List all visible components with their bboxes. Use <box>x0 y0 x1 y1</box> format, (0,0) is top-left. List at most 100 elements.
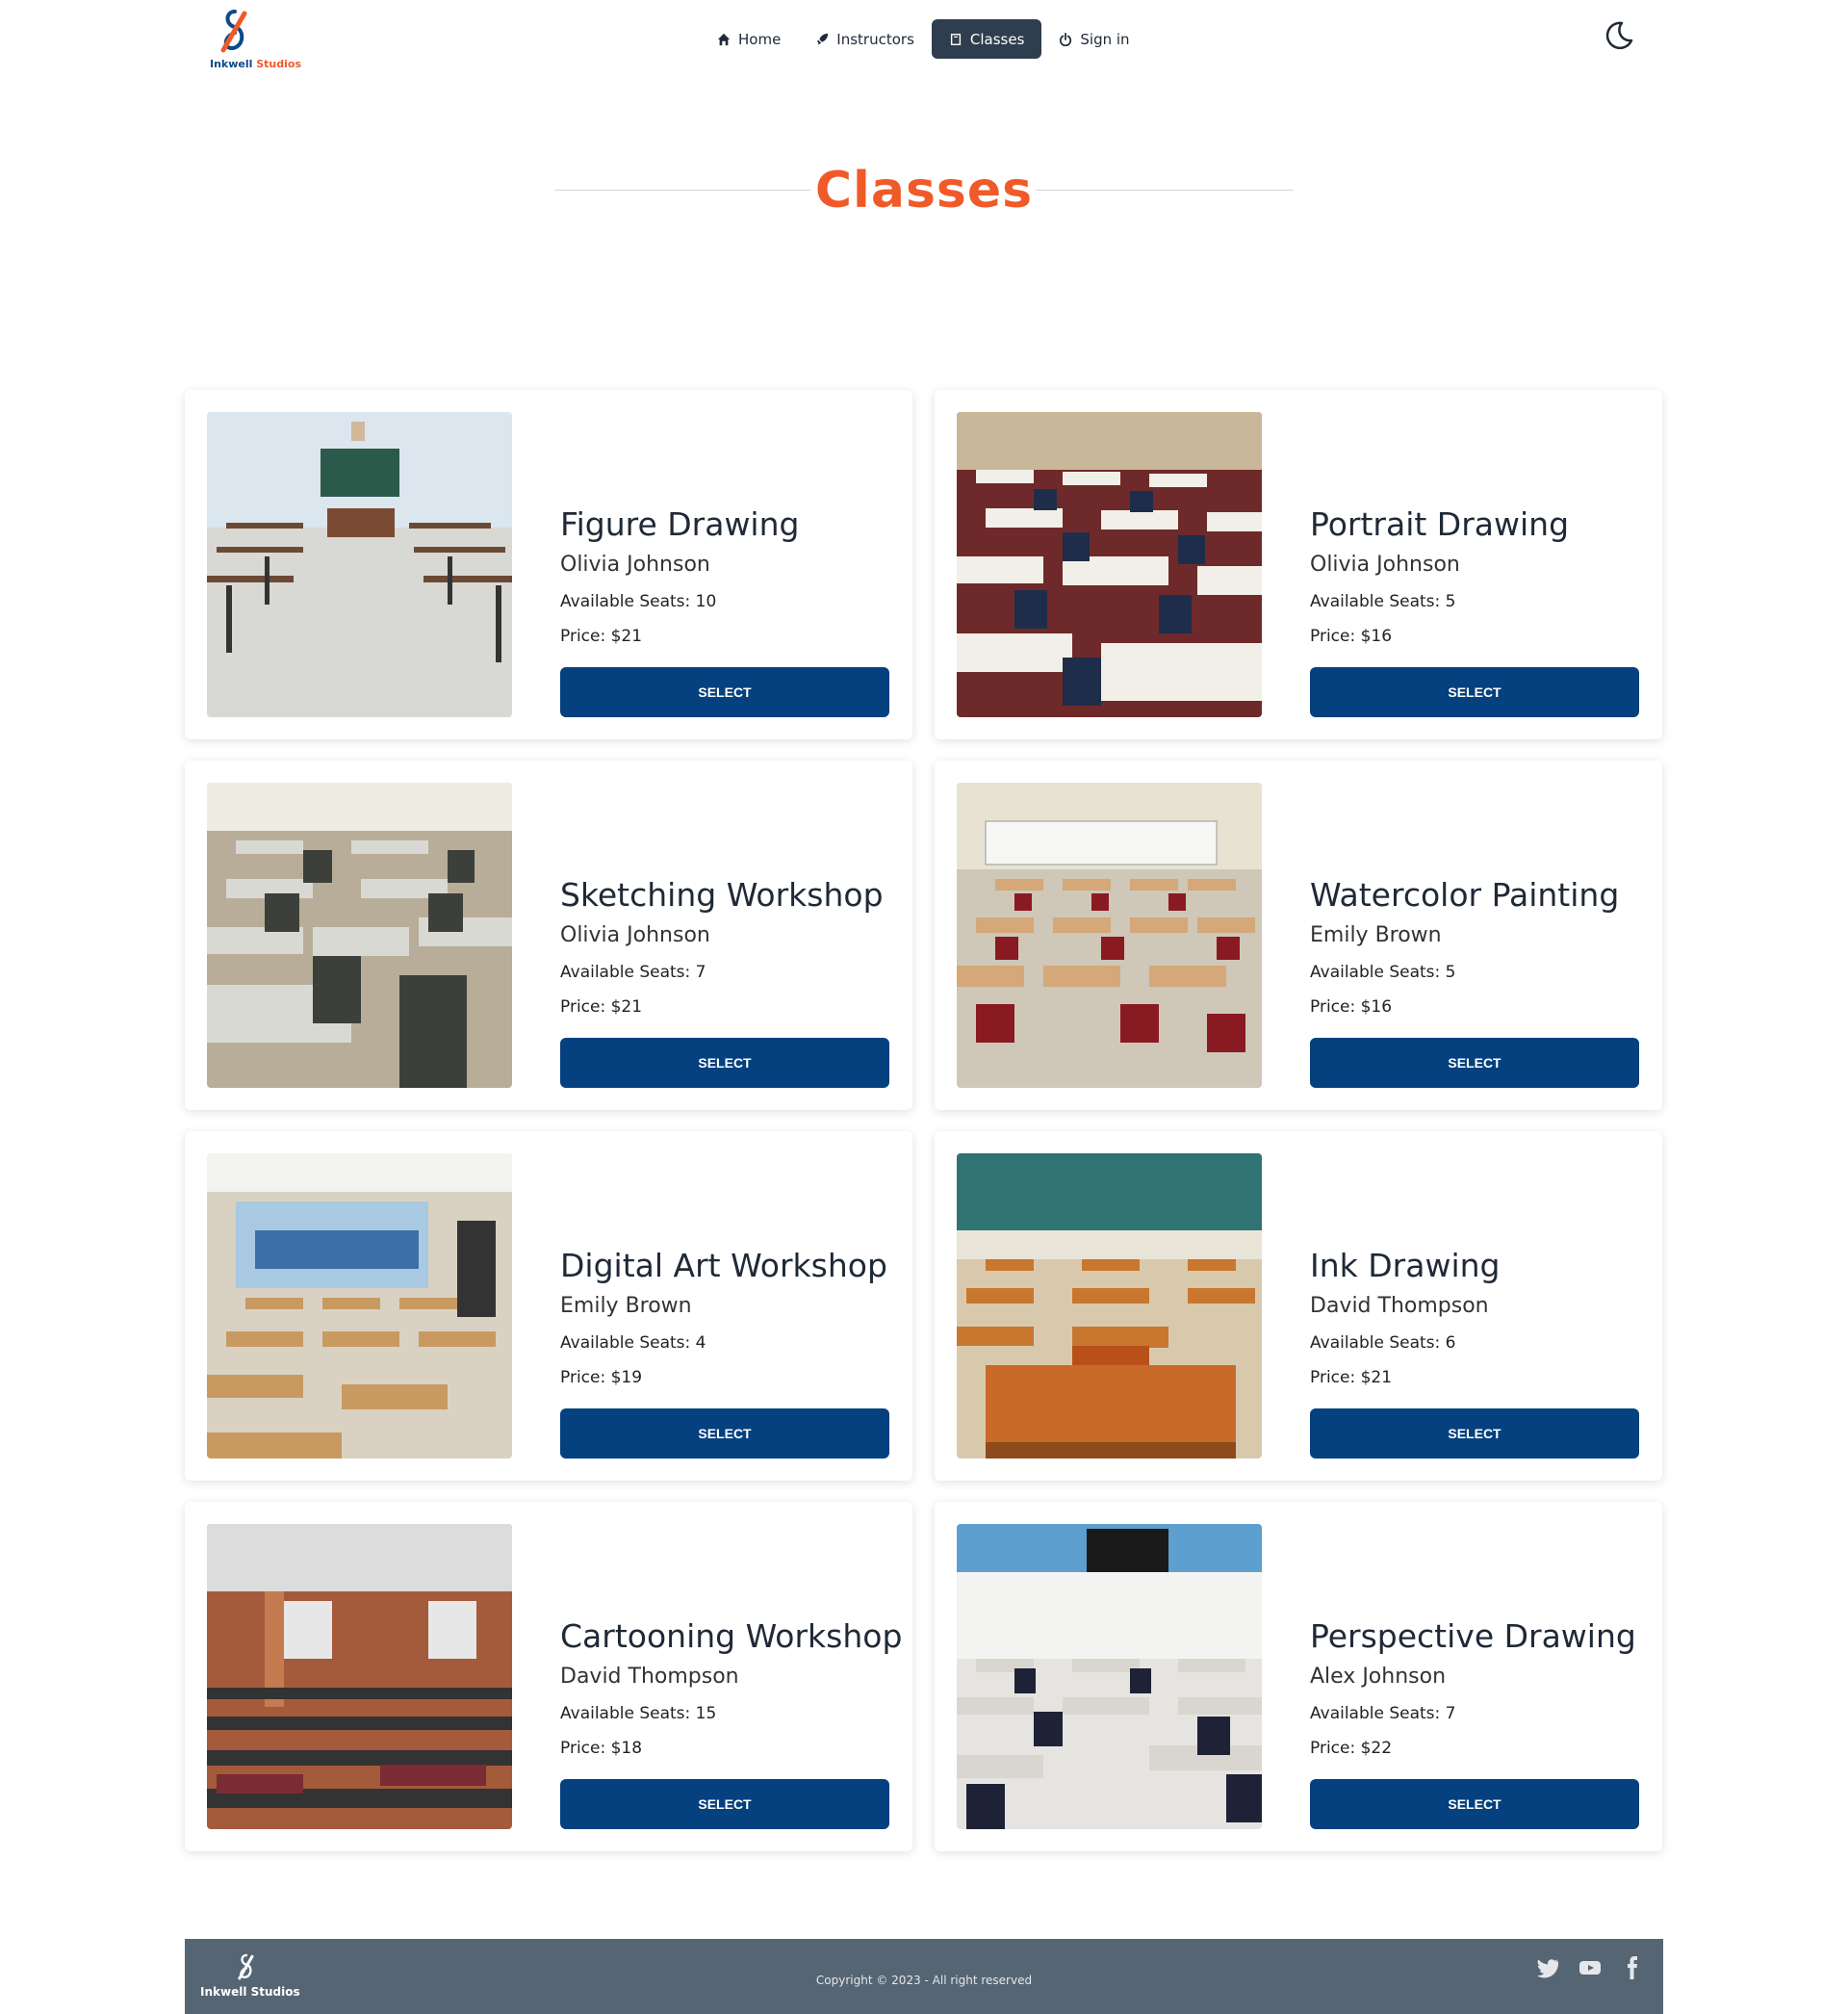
class-name: Digital Art Workshop <box>560 1247 887 1284</box>
class-info: Watercolor Painting Emily Brown Availabl… <box>1310 876 1642 1017</box>
class-info: Cartooning Workshop David Thompson Avail… <box>560 1617 903 1758</box>
class-price: Price: $22 <box>1310 1739 1393 1758</box>
select-button[interactable]: SELECT <box>1310 1779 1639 1829</box>
select-button[interactable]: SELECT <box>1310 1038 1639 1088</box>
home-icon <box>717 33 731 45</box>
youtube-icon[interactable] <box>1578 1956 1602 1979</box>
moon-icon <box>1605 21 1633 50</box>
class-instructor: Emily Brown <box>560 1294 692 1318</box>
nav-classes[interactable]: Classes <box>931 19 1042 59</box>
header: Inkwell Studios Home Instructors Classes… <box>0 0 1848 77</box>
class-card: Watercolor Painting Emily Brown Availabl… <box>935 761 1662 1110</box>
class-image <box>207 783 512 1088</box>
class-seats: Available Seats: 4 <box>560 1333 706 1353</box>
class-name: Cartooning Workshop <box>560 1617 903 1655</box>
class-name: Perspective Drawing <box>1310 1617 1636 1655</box>
logo-icon <box>220 10 247 53</box>
footer: Inkwell Studios Copyright © 2023 - All r… <box>185 1939 1663 2014</box>
class-instructor: David Thompson <box>1310 1294 1489 1318</box>
class-instructor: Emily Brown <box>1310 923 1442 947</box>
class-name: Figure Drawing <box>560 505 800 543</box>
class-card: Sketching Workshop Olivia Johnson Availa… <box>185 761 912 1110</box>
select-button[interactable]: SELECT <box>560 667 889 717</box>
class-card: Figure Drawing Olivia Johnson Available … <box>185 390 912 739</box>
class-instructor: David Thompson <box>560 1665 739 1689</box>
page-title-section: Classes <box>554 156 1294 223</box>
nav-sign-in-label: Sign in <box>1080 30 1130 48</box>
rocket-icon <box>817 33 829 44</box>
classroom-photo <box>957 1524 1262 1829</box>
main-nav: Home Instructors Classes Sign in <box>700 19 1147 59</box>
class-image <box>957 1524 1262 1829</box>
class-seats: Available Seats: 6 <box>1310 1333 1456 1353</box>
facebook-icon[interactable] <box>1621 1956 1644 1979</box>
classroom-photo <box>207 783 512 1088</box>
select-button[interactable]: SELECT <box>560 1779 889 1829</box>
class-price: Price: $21 <box>560 997 643 1017</box>
nav-home-label: Home <box>738 30 782 48</box>
brand-logo[interactable]: Inkwell Studios <box>210 8 301 75</box>
class-info: Perspective Drawing Alex Johnson Availab… <box>1310 1617 1642 1758</box>
class-info: Ink Drawing David Thompson Available Sea… <box>1310 1247 1642 1387</box>
class-image <box>957 783 1262 1088</box>
nav-instructors[interactable]: Instructors <box>798 19 932 59</box>
twitter-icon[interactable] <box>1536 1956 1559 1979</box>
class-image <box>207 412 512 717</box>
class-card: Portrait Drawing Olivia Johnson Availabl… <box>935 390 1662 739</box>
class-price: Price: $21 <box>560 627 643 646</box>
nav-instructors-label: Instructors <box>836 30 914 48</box>
book-icon <box>950 33 961 45</box>
class-instructor: Olivia Johnson <box>560 923 710 947</box>
footer-brand: Inkwell Studios <box>200 1985 300 1999</box>
class-price: Price: $16 <box>1310 627 1393 646</box>
class-price: Price: $18 <box>560 1739 643 1758</box>
class-card: Cartooning Workshop David Thompson Avail… <box>185 1502 912 1851</box>
class-image <box>957 412 1262 717</box>
dark-mode-toggle[interactable] <box>1603 19 1635 52</box>
class-seats: Available Seats: 5 <box>1310 592 1456 611</box>
classroom-photo <box>957 783 1262 1088</box>
class-seats: Available Seats: 15 <box>560 1704 717 1723</box>
class-info: Sketching Workshop Olivia Johnson Availa… <box>560 876 892 1017</box>
class-name: Sketching Workshop <box>560 876 884 914</box>
class-seats: Available Seats: 5 <box>1310 963 1456 982</box>
nav-classes-label: Classes <box>969 30 1025 48</box>
social-links <box>1536 1956 1644 1979</box>
class-seats: Available Seats: 7 <box>1310 1704 1456 1723</box>
class-card: Ink Drawing David Thompson Available Sea… <box>935 1131 1662 1481</box>
title-divider-right <box>1036 190 1294 191</box>
class-instructor: Olivia Johnson <box>560 553 710 577</box>
page-title: Classes <box>814 162 1034 219</box>
class-card: Digital Art Workshop Emily Brown Availab… <box>185 1131 912 1481</box>
nav-sign-in[interactable]: Sign in <box>1041 19 1146 59</box>
class-info: Digital Art Workshop Emily Brown Availab… <box>560 1247 892 1387</box>
class-price: Price: $21 <box>1310 1368 1393 1387</box>
select-button[interactable]: SELECT <box>1310 667 1639 717</box>
select-button[interactable]: SELECT <box>560 1408 889 1459</box>
power-icon <box>1060 32 1072 46</box>
classroom-photo <box>207 412 512 717</box>
class-image <box>207 1524 512 1829</box>
class-image <box>957 1153 1262 1459</box>
select-button[interactable]: SELECT <box>560 1038 889 1088</box>
classroom-photo <box>207 1524 512 1829</box>
class-seats: Available Seats: 10 <box>560 592 717 611</box>
class-price: Price: $16 <box>1310 997 1393 1017</box>
class-name: Portrait Drawing <box>1310 505 1570 543</box>
classroom-photo <box>957 412 1262 717</box>
classroom-photo <box>207 1153 512 1459</box>
class-card: Perspective Drawing Alex Johnson Availab… <box>935 1502 1662 1851</box>
class-instructor: Alex Johnson <box>1310 1665 1447 1689</box>
class-image <box>207 1153 512 1459</box>
class-price: Price: $19 <box>560 1368 643 1387</box>
class-info: Figure Drawing Olivia Johnson Available … <box>560 505 892 646</box>
class-info: Portrait Drawing Olivia Johnson Availabl… <box>1310 505 1642 646</box>
class-seats: Available Seats: 7 <box>560 963 706 982</box>
select-button[interactable]: SELECT <box>1310 1408 1639 1459</box>
brand-name: Inkwell Studios <box>210 58 302 70</box>
nav-home[interactable]: Home <box>700 19 798 59</box>
class-name: Watercolor Painting <box>1310 876 1620 914</box>
class-name: Ink Drawing <box>1310 1247 1501 1284</box>
classroom-photo <box>957 1153 1262 1459</box>
class-instructor: Olivia Johnson <box>1310 553 1460 577</box>
